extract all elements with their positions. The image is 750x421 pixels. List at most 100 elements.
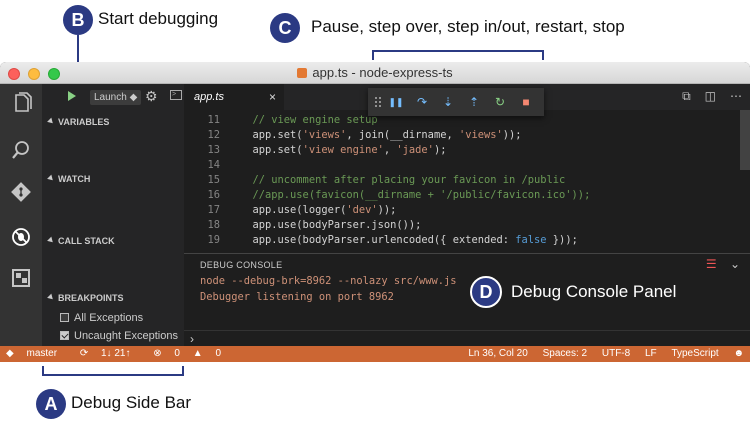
restart-button[interactable]: ↻ (492, 94, 508, 110)
search-icon[interactable] (9, 139, 33, 163)
breakpoint-label: All Exceptions (74, 312, 144, 324)
line-number: 13 (207, 144, 220, 156)
annotation-c-bracket (372, 50, 544, 60)
call-stack-section-header[interactable]: CALL STACK (42, 232, 184, 250)
code-line: 15 // uncomment after placing your favic… (184, 173, 565, 188)
console-input[interactable]: › (184, 330, 750, 346)
breakpoint-item[interactable]: All Exceptions (60, 311, 143, 325)
code-token: app.set( (240, 144, 303, 156)
code-token: app.use(logger( (240, 204, 347, 216)
tab-label: app.ts (194, 91, 224, 103)
code-token: , join(__dirname, (346, 129, 459, 141)
annotation-a-bracket (42, 366, 184, 376)
extensions-icon[interactable] (9, 267, 33, 291)
code-token: })); (546, 234, 578, 246)
feedback-smiley-icon[interactable]: ☻ (733, 348, 744, 359)
code-line: 17 app.use(logger('dev')); (184, 203, 396, 218)
code-token: false (515, 234, 547, 246)
debug-icon[interactable] (9, 226, 33, 250)
drag-handle-icon[interactable] (374, 96, 382, 108)
open-console-icon[interactable]: > (170, 90, 182, 100)
code-token: )); (377, 204, 397, 216)
launch-config-label: Launch (94, 92, 127, 103)
annotation-c-badge: C (270, 13, 300, 43)
clear-console-icon[interactable]: ☰ (706, 257, 717, 271)
line-number: 11 (207, 114, 220, 126)
step-over-button[interactable]: ↷ (414, 94, 430, 110)
code-token: 'views' (302, 129, 347, 141)
breakpoint-item[interactable]: Uncaught Exceptions (60, 329, 178, 343)
line-number: 18 (207, 219, 220, 231)
breakpoint-label: Uncaught Exceptions (74, 330, 178, 342)
chevron-down-icon (47, 293, 55, 302)
floating-debug-toolbar: ❚❚ ↷ ⇣ ⇡ ↻ ■ (368, 88, 544, 116)
launch-config-select[interactable]: Launch ◆ (90, 90, 142, 105)
code-line: 18 app.use(bodyParser.json()); (184, 218, 421, 233)
git-icon[interactable] (9, 181, 33, 205)
chevron-down-icon[interactable]: ⌄ (730, 257, 740, 271)
status-right: Ln 36, Col 20 Spaces: 2 UTF-8 LF TypeScr… (456, 346, 744, 362)
chevron-down-icon (47, 236, 55, 245)
encoding[interactable]: UTF-8 (602, 348, 630, 359)
code-token: , (383, 144, 397, 156)
close-icon[interactable]: × (269, 84, 276, 110)
code-token: ); (433, 144, 447, 156)
step-out-button[interactable]: ⇡ (466, 94, 482, 110)
code-token: 'jade' (396, 144, 434, 156)
debug-sidebar-toolbar: Launch ◆ ⚙ > (42, 84, 184, 110)
code-line: 11 // view engine setup (184, 113, 378, 128)
variables-section-header[interactable]: VARIABLES (42, 113, 184, 131)
status-left: ◆ master ⟳ 1↓ 21↑ ⊗ 0 ▲ 0 (6, 346, 241, 362)
indentation[interactable]: Spaces: 2 (543, 348, 587, 359)
language-mode[interactable]: TypeScript (671, 348, 718, 359)
editor-scrollbar[interactable] (740, 110, 750, 170)
sync-label: 1↓ 21↑ (101, 348, 131, 359)
pause-button[interactable]: ❚❚ (388, 94, 404, 110)
chevron-down-icon (47, 117, 55, 126)
stop-button[interactable]: ■ (518, 94, 534, 110)
branch-item[interactable]: ◆ master (6, 348, 67, 359)
variables-section-title: VARIABLES (58, 117, 110, 127)
code-token: app.set( (240, 129, 303, 141)
line-number: 16 (207, 189, 220, 201)
code-token: 'views' (458, 129, 503, 141)
console-output-line: Debugger listening on port 8962 (200, 291, 394, 303)
watch-section-header[interactable]: WATCH (42, 170, 184, 188)
step-into-button[interactable]: ⇣ (440, 94, 456, 110)
files-icon[interactable] (9, 92, 33, 116)
git-branch-icon: ◆ (6, 348, 14, 359)
code-line: 13 app.set('view engine', 'jade'); (184, 143, 446, 158)
activity-bar (0, 84, 42, 346)
errors-count: 0 (174, 348, 180, 359)
panel-actions: ☰ ⌄ (706, 257, 740, 271)
annotation-c-text: Pause, step over, step in/out, restart, … (311, 17, 625, 36)
breakpoints-section-header[interactable]: BREAKPOINTS (42, 289, 184, 307)
breakpoint-checkbox[interactable] (60, 331, 69, 340)
console-output-line: node --debug-brk=8962 --nolazy src/www.j… (200, 275, 457, 287)
tab-app-ts[interactable]: app.ts × (184, 84, 284, 110)
panel-title: DEBUG CONSOLE (200, 260, 283, 270)
annotation-d-text: Debug Console Panel (511, 282, 677, 301)
code-token: app.use(bodyParser.json()); (240, 219, 422, 231)
more-actions-icon[interactable]: ⋯ (730, 89, 742, 103)
breakpoint-checkbox[interactable] (60, 313, 69, 322)
annotation-a-badge: A (36, 389, 66, 419)
split-editor-icon[interactable]: ◫ (705, 89, 716, 103)
sync-icon: ⟳ (79, 348, 89, 359)
code-token: // view engine setup (240, 114, 378, 126)
watch-section-title: WATCH (58, 174, 91, 184)
sync-item[interactable]: ⟳ 1↓ 21↑ (80, 348, 141, 359)
cursor-position[interactable]: Ln 36, Col 20 (468, 348, 528, 359)
call-stack-section-title: CALL STACK (58, 236, 115, 246)
code-editor[interactable]: 11 // view engine setup 12 app.set('views… (184, 110, 750, 246)
annotation-b-text: Start debugging (98, 9, 219, 28)
warning-icon: ▲ (192, 348, 203, 359)
window-title-wrap: app.ts - node-express-ts (0, 65, 750, 80)
title-bar: app.ts - node-express-ts (0, 62, 750, 84)
gear-icon[interactable]: ⚙ (145, 88, 158, 105)
problems-item[interactable]: ⊗ 0 ▲ 0 (153, 348, 231, 359)
code-token: // uncomment after placing your favicon … (240, 174, 566, 186)
open-changes-icon[interactable]: ⧉ (682, 89, 691, 103)
start-debugging-button[interactable] (68, 91, 76, 101)
end-of-line[interactable]: LF (645, 348, 657, 359)
